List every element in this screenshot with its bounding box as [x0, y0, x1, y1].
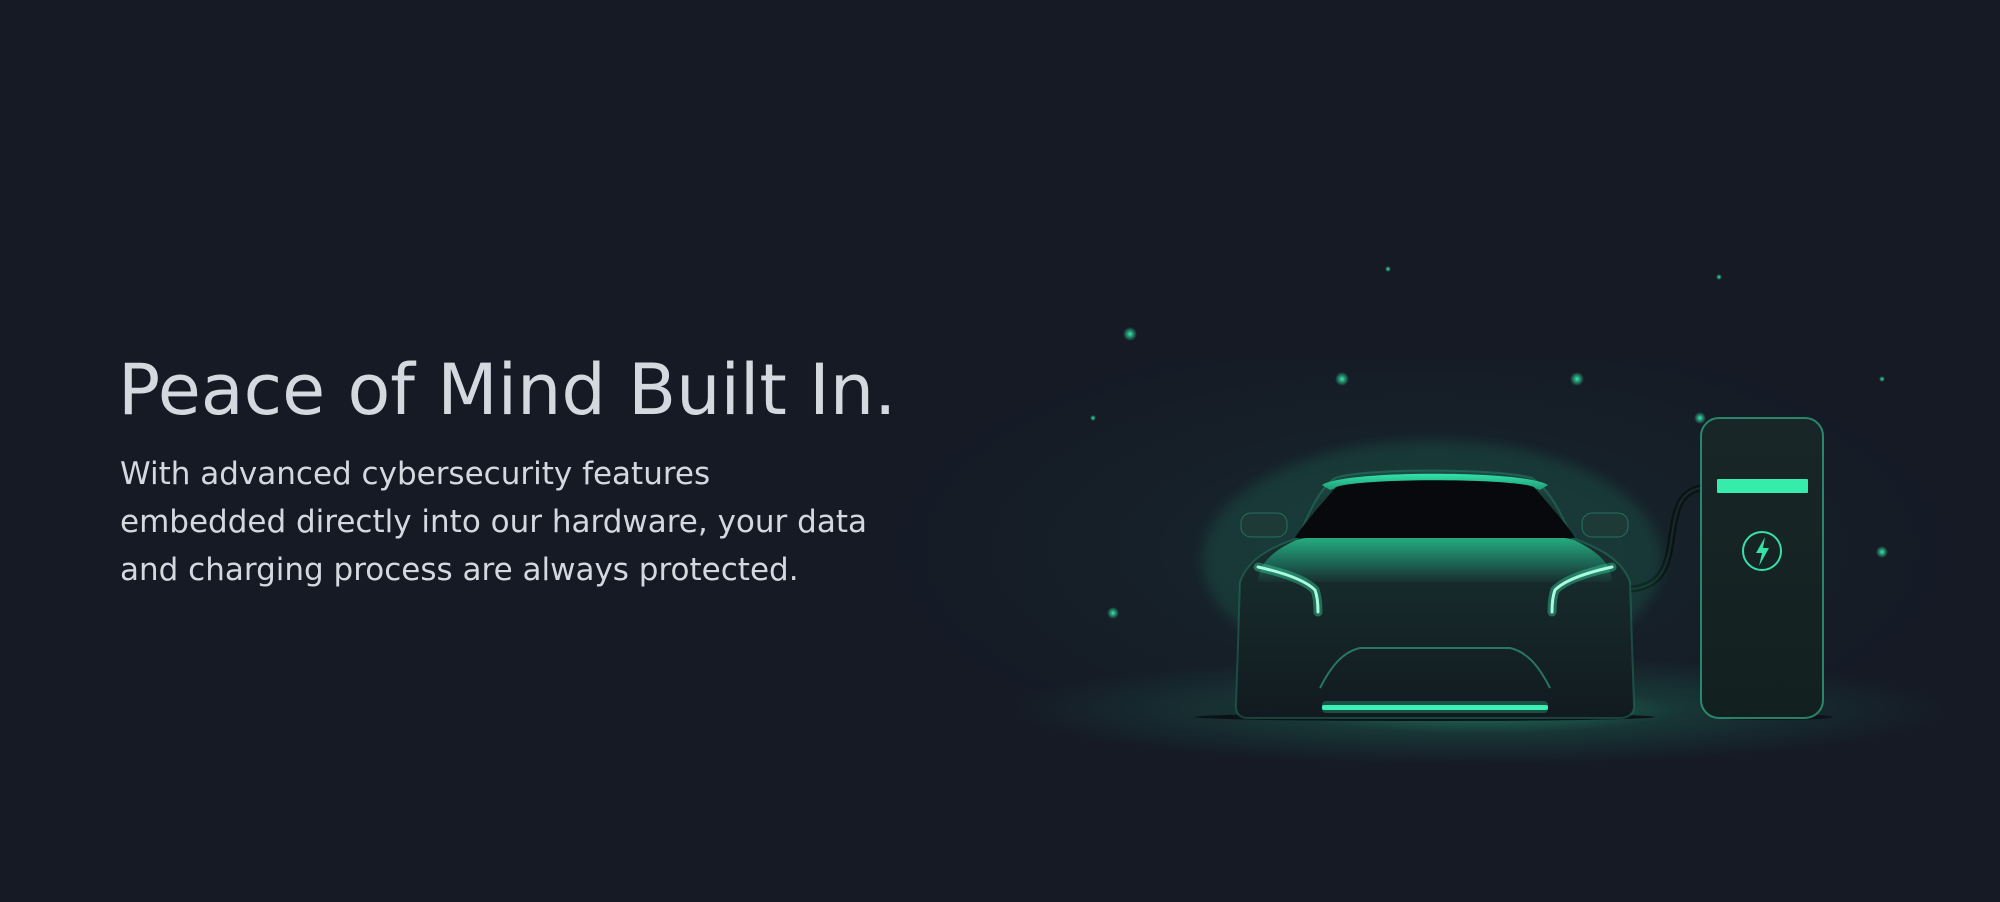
- car-shadow: [1195, 713, 1655, 721]
- ambient-glow: [860, 360, 1980, 780]
- lightning-bolt-icon: [1742, 531, 1782, 571]
- hero-headline: Peace of Mind Built In.: [118, 349, 897, 431]
- ground-glow: [1000, 655, 1960, 765]
- hero-text: Peace of Mind Built In. With advanced cy…: [118, 346, 918, 594]
- charging-station-illustration: [1700, 417, 1824, 719]
- glow-particles: [1090, 266, 1888, 619]
- hero-section: Peace of Mind Built In. With advanced cy…: [0, 0, 2000, 902]
- car-illustration: [1202, 440, 1662, 719]
- hero-body-copy: With advanced cybersecurity features emb…: [120, 456, 867, 588]
